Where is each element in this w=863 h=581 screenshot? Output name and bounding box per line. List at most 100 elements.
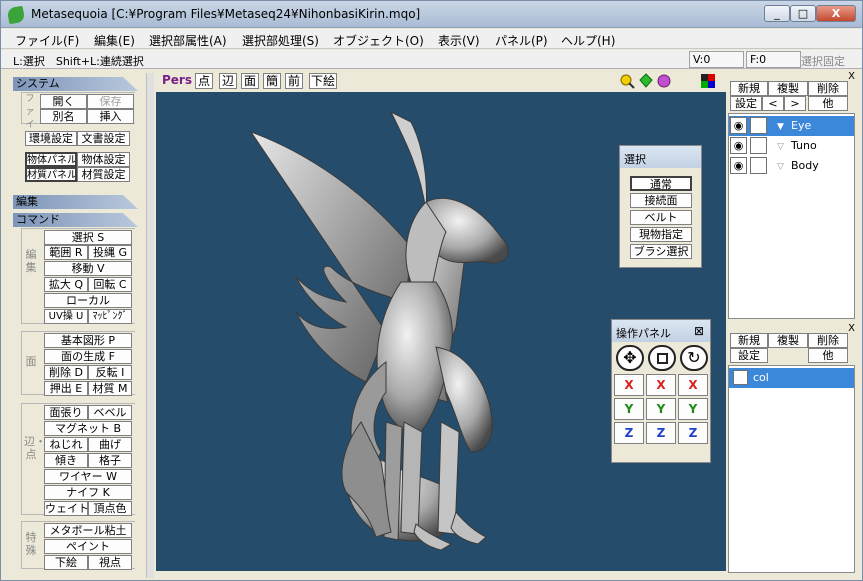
- object-panel-close-icon[interactable]: X: [848, 71, 855, 82]
- scale-icon[interactable]: [648, 345, 676, 371]
- primitive-tool[interactable]: 基本図形 P: [44, 333, 132, 348]
- weight-tool[interactable]: ウェイト: [44, 501, 88, 516]
- object-panel-toggle[interactable]: 物体パネル: [25, 152, 77, 167]
- knife-tool[interactable]: ナイフ K: [44, 485, 132, 500]
- wire-tool[interactable]: ワイヤー W: [44, 469, 132, 484]
- zoom-icon[interactable]: [620, 74, 635, 89]
- select-mode-normal[interactable]: 通常: [630, 176, 692, 191]
- scale-x-button[interactable]: X: [646, 374, 676, 396]
- material-delete-button[interactable]: 削除: [808, 333, 848, 348]
- simple-view-toggle[interactable]: 簡: [263, 73, 281, 89]
- move-x-button[interactable]: X: [614, 374, 644, 396]
- menu-file[interactable]: ファイル(F): [15, 32, 79, 49]
- object-copy-button[interactable]: 複製: [768, 81, 808, 96]
- material-tool[interactable]: 材質 M: [88, 381, 132, 396]
- underlay-tool[interactable]: 下絵: [44, 555, 88, 570]
- perspective-toggle[interactable]: Pers: [162, 73, 192, 87]
- object-delete-button[interactable]: 削除: [808, 81, 848, 96]
- menu-select-proc[interactable]: 選択部処理(S): [242, 32, 319, 49]
- lock-icon[interactable]: [750, 117, 767, 134]
- lattice-tool[interactable]: 格子: [88, 453, 132, 468]
- object-settings-button[interactable]: 物体設定: [77, 152, 130, 167]
- uv-tool[interactable]: UV操 U: [44, 309, 88, 324]
- visibility-icon[interactable]: ◉: [730, 117, 747, 134]
- insert-button[interactable]: 挿入: [87, 109, 134, 124]
- object-row-body[interactable]: ◉ ▽ Body: [729, 156, 854, 176]
- rotate-z-button[interactable]: Z: [678, 422, 708, 444]
- local-tool[interactable]: ローカル: [44, 293, 132, 308]
- twist-tool[interactable]: ねじれ: [44, 437, 88, 452]
- pan-icon[interactable]: [639, 73, 653, 88]
- move-z-button[interactable]: Z: [614, 422, 644, 444]
- menu-object[interactable]: オブジェクト(O): [333, 32, 424, 49]
- material-color-swatch[interactable]: [733, 370, 748, 385]
- menu-edit[interactable]: 編集(E): [94, 32, 135, 49]
- command-header[interactable]: コマンド: [13, 213, 138, 227]
- object-row-tuno[interactable]: ◉ ▽ Tuno: [729, 136, 854, 156]
- show-edges-toggle[interactable]: 辺: [219, 73, 237, 89]
- close-button[interactable]: X: [816, 5, 856, 22]
- bend-tool[interactable]: 曲げ: [88, 437, 132, 452]
- color-scheme-icon[interactable]: [701, 74, 715, 88]
- open-button[interactable]: 開く: [40, 94, 87, 109]
- left-scrollbar[interactable]: [146, 73, 154, 578]
- metaball-tool[interactable]: メタボール粘土: [44, 523, 132, 538]
- move-icon[interactable]: ✥: [616, 345, 644, 371]
- flip-tool[interactable]: 反転 I: [88, 365, 132, 380]
- object-row-eye[interactable]: ◉ ▼ Eye: [729, 116, 854, 136]
- select-mode-contact[interactable]: 接続面: [630, 193, 692, 208]
- lasso-tool[interactable]: 投縄 G: [88, 245, 132, 260]
- object-settings-button[interactable]: 設定: [730, 96, 762, 111]
- material-settings-button[interactable]: 設定: [730, 348, 768, 363]
- extrude-tool[interactable]: 押出 E: [44, 381, 88, 396]
- select-mode-current[interactable]: 現物指定: [630, 227, 692, 242]
- rotate-tool[interactable]: 回転 C: [88, 277, 132, 292]
- move-tool[interactable]: 移動 V: [44, 261, 132, 276]
- visibility-icon[interactable]: ◉: [730, 137, 747, 154]
- create-face-tool[interactable]: 面の生成 F: [44, 349, 132, 364]
- save-button[interactable]: 保存: [87, 94, 134, 109]
- bevel-tool[interactable]: ベベル: [88, 405, 132, 420]
- menu-view[interactable]: 表示(V): [438, 32, 480, 49]
- material-other-button[interactable]: 他: [808, 348, 848, 363]
- underlay-toggle[interactable]: 下絵: [309, 73, 337, 89]
- maximize-button[interactable]: □: [790, 5, 816, 22]
- selection-lock[interactable]: 選択固定: [801, 53, 845, 69]
- object-new-button[interactable]: 新規: [730, 81, 768, 96]
- front-view-toggle[interactable]: 前: [285, 73, 303, 89]
- rotate-y-button[interactable]: Y: [678, 398, 708, 420]
- show-faces-toggle[interactable]: 面: [241, 73, 259, 89]
- show-vertices-toggle[interactable]: 点: [195, 73, 213, 89]
- tilt-tool[interactable]: 傾き: [44, 453, 88, 468]
- scale-tool[interactable]: 拡大 Q: [44, 277, 88, 292]
- lock-icon[interactable]: [750, 157, 767, 174]
- save-as-button[interactable]: 別名: [40, 109, 87, 124]
- rotate-view-icon[interactable]: [657, 74, 671, 88]
- range-tool[interactable]: 範囲 R: [44, 245, 88, 260]
- rotate-icon[interactable]: ↻: [680, 345, 708, 371]
- object-prev-button[interactable]: <: [762, 96, 784, 111]
- material-new-button[interactable]: 新規: [730, 333, 768, 348]
- material-panel-toggle[interactable]: 材質パネル: [25, 167, 77, 182]
- delete-tool[interactable]: 削除 D: [44, 365, 88, 380]
- material-copy-button[interactable]: 複製: [768, 333, 808, 348]
- select-tool[interactable]: 選択 S: [44, 230, 132, 245]
- scale-z-button[interactable]: Z: [646, 422, 676, 444]
- rotate-x-button[interactable]: X: [678, 374, 708, 396]
- viewpoint-tool[interactable]: 視点: [88, 555, 132, 570]
- visibility-icon[interactable]: ◉: [730, 157, 747, 174]
- menu-panel[interactable]: パネル(P): [495, 32, 548, 49]
- object-other-button[interactable]: 他: [808, 96, 848, 111]
- paint-tool[interactable]: ペイント: [44, 539, 132, 554]
- minimize-button[interactable]: _: [764, 5, 790, 22]
- material-row-col[interactable]: col: [729, 368, 854, 388]
- env-settings-button[interactable]: 環境設定: [25, 131, 77, 146]
- close-icon[interactable]: ⊠: [694, 324, 704, 338]
- magnet-tool[interactable]: マグネット B: [44, 421, 132, 436]
- material-settings-button[interactable]: 材質設定: [77, 167, 130, 182]
- select-mode-brush[interactable]: ブラシ選択: [630, 244, 692, 259]
- material-panel-close-icon[interactable]: X: [848, 323, 855, 334]
- 3d-viewport[interactable]: 選択 通常 接続面 ベルト 現物指定 ブラシ選択 操作パネル ⊠ ✥ ↻ X X…: [156, 92, 726, 571]
- edit-header[interactable]: 編集: [13, 195, 138, 209]
- menu-select-attr[interactable]: 選択部属性(A): [149, 32, 227, 49]
